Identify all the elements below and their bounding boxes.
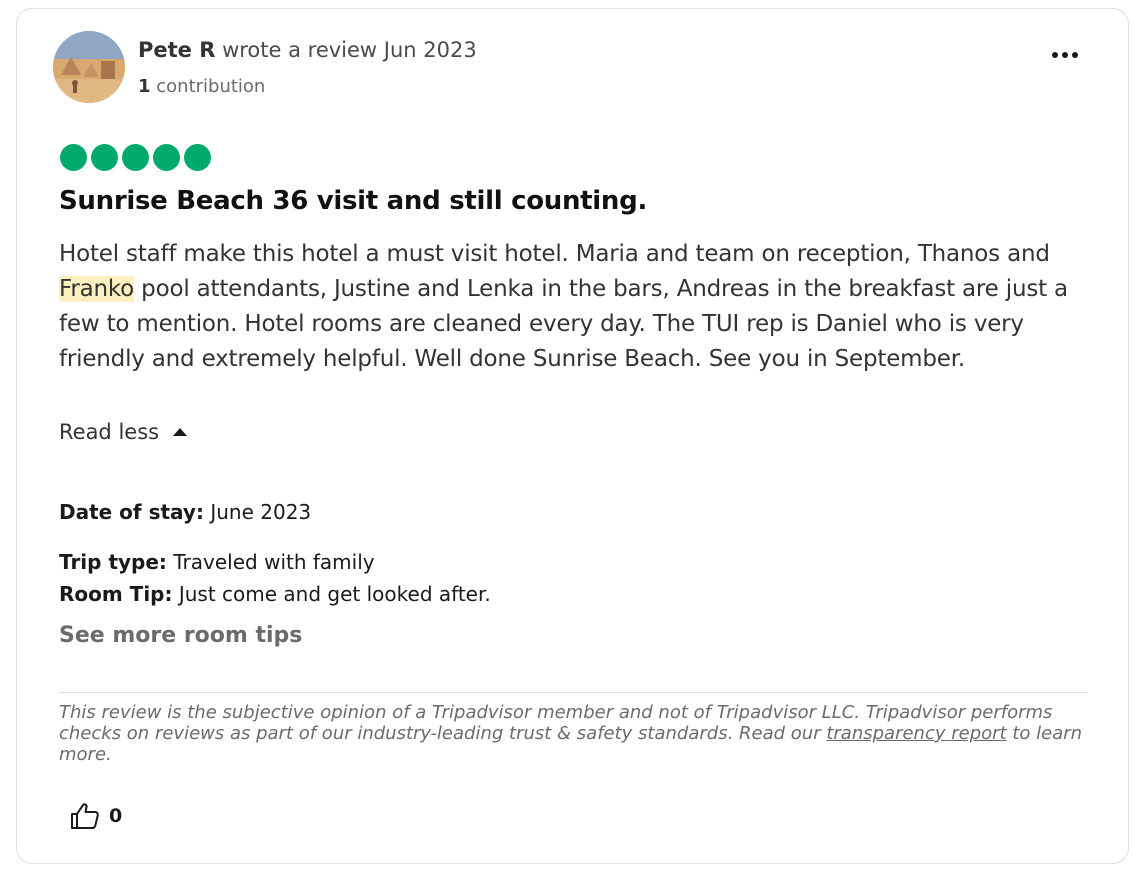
read-less-label: Read less	[59, 420, 160, 444]
more-options-icon	[1052, 52, 1058, 58]
trip-type: Trip type: Traveled with family	[59, 550, 375, 574]
helpful-vote-button[interactable]: 0	[69, 801, 122, 831]
rating-bubble	[184, 144, 211, 171]
more-options-icon-dot	[1072, 52, 1078, 58]
rating-bubbles	[60, 144, 211, 171]
helpful-count: 0	[109, 805, 123, 827]
avatar-image	[53, 31, 125, 103]
review-body: Hotel staff make this hotel a must visit…	[59, 237, 1069, 377]
room-tip-value: Just come and get looked after.	[172, 582, 491, 606]
rating-bubble	[91, 144, 118, 171]
room-tip: Room Tip: Just come and get looked after…	[59, 582, 491, 606]
contributions-label: contribution	[150, 76, 266, 97]
review-title: Sunrise Beach 36 visit and still countin…	[59, 186, 648, 216]
review-disclaimer: This review is the subjective opinion of…	[59, 702, 1099, 765]
more-options-icon-dot	[1062, 52, 1068, 58]
room-tip-label: Room Tip:	[59, 582, 173, 606]
author-avatar[interactable]	[53, 31, 125, 103]
date-of-stay: Date of stay: June 2023	[59, 500, 311, 524]
thumbs-up-icon	[71, 803, 99, 829]
review-action-text: wrote a review Jun 2023	[215, 38, 477, 62]
transparency-report-link[interactable]: transparency report	[826, 723, 1006, 744]
divider	[59, 692, 1088, 693]
date-of-stay-label: Date of stay:	[59, 500, 204, 524]
read-less-button[interactable]: Read less	[59, 420, 188, 444]
trip-type-label: Trip type:	[59, 550, 167, 574]
rating-bubble	[122, 144, 149, 171]
review-body-highlight: Franko	[59, 276, 135, 302]
date-of-stay-value: June 2023	[203, 500, 312, 524]
rating-bubble	[153, 144, 180, 171]
review-body-text: Hotel staff make this hotel a must visit…	[59, 241, 1050, 267]
author-name[interactable]: Pete R	[138, 38, 215, 62]
contributions-count: 1	[138, 76, 151, 97]
trip-type-value: Traveled with family	[166, 550, 375, 574]
see-more-room-tips-button[interactable]: See more room tips	[59, 623, 302, 648]
rating-bubble	[60, 144, 87, 171]
author-line: Pete R wrote a review Jun 2023	[138, 38, 477, 62]
caret-up-icon	[173, 428, 188, 436]
contributions: 1 contribution	[138, 76, 265, 97]
review-body-text-cont: pool attendants, Justine and Lenka in th…	[59, 276, 1068, 372]
review-card: Pete R wrote a review Jun 2023 1 contrib…	[16, 8, 1129, 864]
more-options-button[interactable]	[1045, 41, 1085, 69]
